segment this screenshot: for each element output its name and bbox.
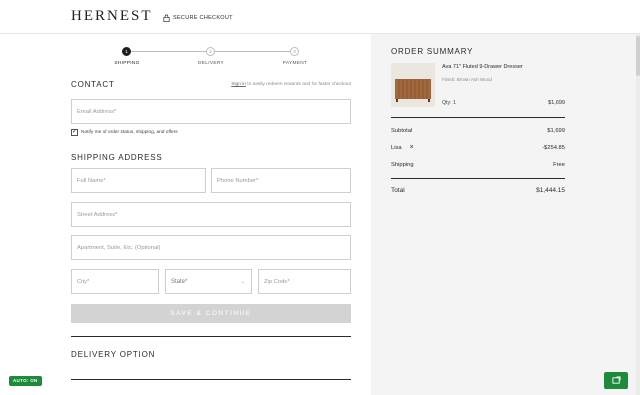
auto-toggle-badge[interactable]: AUTO: ON (9, 376, 42, 386)
discount-row: Lisa × -$254.85 (391, 144, 565, 151)
chevron-down-icon: ⌄ (240, 278, 245, 285)
total-label: Total (391, 187, 405, 194)
section-divider (71, 379, 351, 380)
shipping-row: Shipping Free (391, 162, 565, 168)
email-field[interactable] (72, 100, 350, 124)
close-icon[interactable]: × (410, 144, 414, 151)
apt-wrap (71, 235, 351, 260)
step-payment-dot: 3 (290, 47, 299, 56)
discount-value: -$254.85 (542, 145, 565, 151)
street-wrap (71, 202, 351, 227)
shipping-value: Free (553, 162, 565, 168)
phone-field[interactable] (212, 169, 350, 193)
shipping-label: Shipping (391, 162, 414, 168)
product-qty: Qty: 1 (442, 100, 456, 106)
subtotal-label: Subtotal (391, 128, 413, 134)
notify-label: Notify me of order status, shipping, and… (81, 130, 178, 135)
logo[interactable]: HERNEST (71, 8, 153, 25)
city-field[interactable] (72, 270, 158, 294)
product-finish: Finish: Brown Ash Wood (442, 77, 492, 82)
step-delivery-label: DELIVERY (197, 61, 225, 66)
delivery-heading: DELIVERY OPTION (71, 350, 156, 359)
zip-wrap (258, 269, 351, 294)
apartment-field[interactable] (72, 236, 350, 260)
subtotal-row: Subtotal $1,699 (391, 128, 565, 134)
step-shipping-label: SHIPPING (114, 61, 140, 66)
full-name-field[interactable] (72, 169, 205, 193)
section-divider (71, 336, 351, 337)
state-select-value: State* (171, 278, 188, 285)
step-shipping-dot: 1 (122, 47, 131, 56)
notify-checkbox[interactable]: ✓ (71, 129, 78, 136)
lock-icon (163, 14, 170, 22)
scrollbar-thumb[interactable] (636, 36, 640, 76)
street-address-field[interactable] (72, 203, 350, 227)
save-continue-button[interactable]: SAVE & CONTINUE (71, 304, 351, 323)
dresser-image (391, 63, 435, 107)
total-value: $1,444.15 (536, 187, 565, 194)
signin-prompt: Sign in to easily redeem rewards and for… (231, 82, 351, 87)
discount-code: Lisa (391, 145, 402, 151)
top-bar: HERNEST SECURE CHECKOUT (0, 0, 640, 34)
shipping-heading: SHIPPING ADDRESS (71, 153, 163, 162)
summary-divider (391, 117, 565, 118)
scrollbar-track[interactable] (636, 34, 640, 395)
product-name[interactable]: Ava 71" Fluted 9-Drawer Dresser (442, 64, 523, 70)
city-wrap (71, 269, 159, 294)
notify-row: ✓ Notify me of order status, shipping, a… (71, 129, 178, 136)
chat-widget-button[interactable] (604, 372, 628, 389)
phone-wrap (211, 168, 351, 193)
email-field-wrap (71, 99, 351, 124)
summary-divider (391, 178, 565, 179)
total-row: Total $1,444.15 (391, 187, 565, 194)
contact-heading: CONTACT (71, 80, 115, 89)
chat-widget-icon (611, 376, 621, 384)
order-summary-title: ORDER SUMMARY (391, 47, 474, 56)
signin-link[interactable]: Sign in (231, 82, 246, 87)
secure-checkout-label: SECURE CHECKOUT (173, 15, 233, 21)
step-delivery-dot: 2 (206, 47, 215, 56)
subtotal-value: $1,699 (547, 128, 565, 134)
product-price: $1,699 (548, 100, 565, 106)
progress-line (215, 51, 291, 52)
secure-checkout: SECURE CHECKOUT (163, 14, 233, 22)
state-select[interactable]: State* ⌄ (165, 269, 252, 294)
signin-text: to easily redeem rewards and for faster … (247, 82, 351, 87)
full-name-wrap (71, 168, 206, 193)
zip-code-field[interactable] (259, 270, 350, 294)
progress-line (131, 51, 207, 52)
step-payment-label: PAYMENT (282, 61, 308, 66)
product-thumbnail[interactable] (391, 63, 435, 107)
